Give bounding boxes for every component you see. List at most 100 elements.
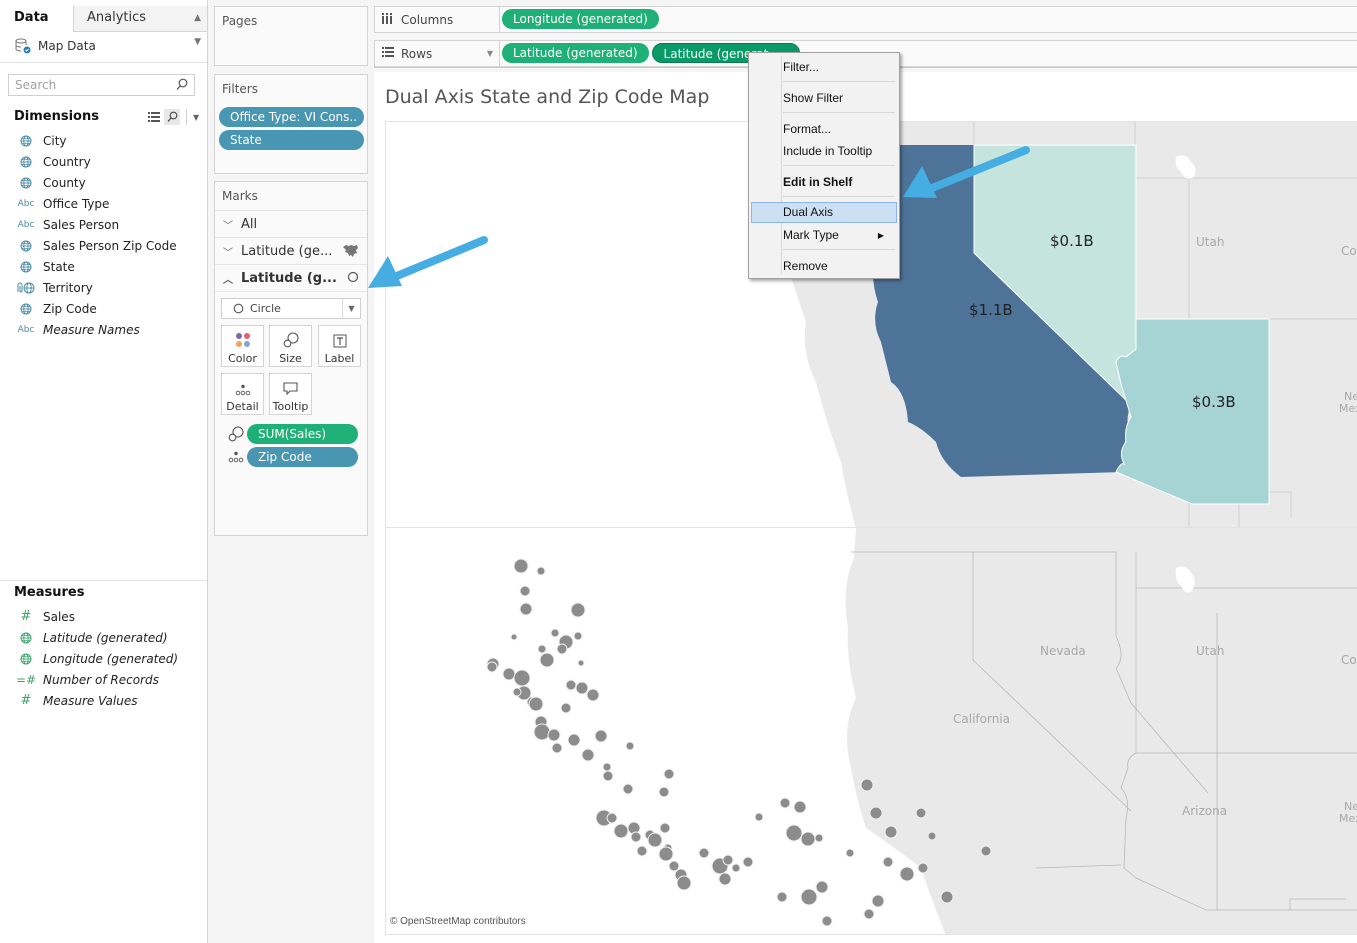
- menu-item-format[interactable]: Format...: [752, 119, 896, 140]
- tooltip-button[interactable]: Tooltip: [269, 373, 312, 415]
- menu-item-include-in-tooltip[interactable]: Include in Tooltip: [752, 141, 896, 162]
- zip-circle-mark[interactable]: [573, 631, 583, 641]
- zip-circle-mark[interactable]: [800, 831, 816, 847]
- zip-circle-mark[interactable]: [602, 762, 612, 772]
- field-item[interactable]: Country: [0, 151, 207, 172]
- zip-circle-mark[interactable]: [668, 860, 680, 872]
- zip-circle-mark[interactable]: [606, 812, 618, 824]
- field-item[interactable]: Abc Measure Names: [0, 319, 207, 340]
- search-field[interactable]: [8, 74, 195, 96]
- zip-circle-mark[interactable]: [575, 681, 589, 695]
- zip-circle-mark[interactable]: [658, 786, 670, 798]
- zip-circle-mark[interactable]: [940, 890, 954, 904]
- sum-sales-pill[interactable]: SUM(Sales): [247, 424, 358, 444]
- zip-circle-mark[interactable]: [547, 728, 561, 742]
- menu-item-filter[interactable]: Filter...: [752, 57, 896, 78]
- zip-circle-mark[interactable]: [884, 825, 898, 839]
- zip-circle-mark[interactable]: [581, 748, 595, 762]
- zip-circle-mark[interactable]: [513, 669, 531, 687]
- zip-circle-mark[interactable]: [613, 823, 629, 839]
- zip-circle-mark[interactable]: [863, 908, 875, 920]
- field-item[interactable]: Latitude (generated): [0, 627, 207, 648]
- zip-circle-mark[interactable]: [899, 866, 915, 882]
- encoding-size-sales[interactable]: SUM(Sales): [227, 424, 358, 444]
- zip-circle-mark[interactable]: [625, 741, 635, 751]
- filters-card[interactable]: Filters Office Type: VI Cons.. State: [214, 74, 368, 174]
- field-item[interactable]: # Sales: [0, 606, 207, 627]
- zip-code-pill[interactable]: Zip Code: [247, 447, 358, 467]
- filter-pill-state[interactable]: State: [219, 130, 364, 150]
- field-item[interactable]: Longitude (generated): [0, 648, 207, 669]
- updown-icon[interactable]: ▲ ▼: [194, 6, 201, 54]
- zip-circle-mark[interactable]: [486, 661, 498, 673]
- color-button[interactable]: Color: [221, 325, 264, 367]
- zip-circle-mark[interactable]: [814, 833, 824, 843]
- zip-circle-mark[interactable]: [742, 856, 754, 868]
- field-item[interactable]: # Measure Values: [0, 690, 207, 711]
- zip-circle-mark[interactable]: [882, 856, 894, 868]
- field-item[interactable]: Territory: [0, 277, 207, 298]
- field-item[interactable]: Abc Sales Person: [0, 214, 207, 235]
- zip-circle-mark[interactable]: [871, 894, 885, 908]
- field-item[interactable]: State: [0, 256, 207, 277]
- zip-circle-mark[interactable]: [676, 875, 692, 891]
- zip-circle-mark[interactable]: [722, 854, 734, 866]
- zip-circle-mark[interactable]: [560, 702, 572, 714]
- zip-circle-mark[interactable]: [663, 768, 675, 780]
- field-item[interactable]: City: [0, 130, 207, 151]
- zip-circle-mark[interactable]: [567, 733, 581, 747]
- zip-circle-mark[interactable]: [815, 880, 829, 894]
- zip-circle-mark[interactable]: [519, 602, 533, 616]
- zip-circle-mark[interactable]: [570, 602, 586, 618]
- field-item[interactable]: =# Number of Records: [0, 669, 207, 690]
- zip-circle-mark[interactable]: [917, 862, 929, 874]
- zip-circle-mark[interactable]: [793, 800, 807, 814]
- zip-circle-mark[interactable]: [821, 915, 833, 927]
- search-icon[interactable]: [176, 78, 188, 92]
- zip-circle-mark[interactable]: [630, 831, 642, 843]
- zip-circle-mark[interactable]: [533, 723, 551, 741]
- find-field-icon[interactable]: [164, 109, 180, 125]
- size-button[interactable]: Size: [269, 325, 312, 367]
- zip-circle-mark[interactable]: [565, 679, 577, 691]
- zip-circle-mark[interactable]: [776, 891, 788, 903]
- zip-circle-mark[interactable]: [586, 688, 600, 702]
- zip-circle-mark[interactable]: [980, 845, 992, 857]
- encoding-detail-zip[interactable]: Zip Code: [227, 447, 358, 467]
- zip-circle-mark[interactable]: [731, 863, 741, 873]
- zip-circle-mark[interactable]: [658, 846, 674, 862]
- field-item[interactable]: Zip Code: [0, 298, 207, 319]
- detail-button[interactable]: Detail: [221, 373, 264, 415]
- field-item[interactable]: Sales Person Zip Code: [0, 235, 207, 256]
- zip-circle-mark[interactable]: [754, 812, 764, 822]
- pages-card[interactable]: Pages: [214, 6, 368, 66]
- marks-layer-latitude-circle[interactable]: ︿ Latitude (g...: [215, 264, 367, 291]
- zip-circle-mark[interactable]: [594, 729, 608, 743]
- field-item[interactable]: County: [0, 172, 207, 193]
- zip-circle-mark[interactable]: [510, 633, 518, 641]
- rows-dropdown-icon[interactable]: ▼: [487, 41, 493, 66]
- zip-circle-mark[interactable]: [647, 832, 663, 848]
- label-button[interactable]: Label: [318, 325, 361, 367]
- tab-data[interactable]: Data: [0, 6, 74, 32]
- zip-circle-mark[interactable]: [513, 558, 529, 574]
- zip-circle-mark[interactable]: [536, 566, 546, 576]
- field-item[interactable]: Abc Office Type: [0, 193, 207, 214]
- dimensions-menu-icon[interactable]: ▼: [193, 113, 199, 122]
- zip-circle-mark[interactable]: [577, 659, 585, 667]
- map-attribution[interactable]: © OpenStreetMap contributors: [390, 916, 526, 927]
- zip-circle-mark[interactable]: [927, 831, 937, 841]
- datasource-item[interactable]: Map Data: [14, 37, 96, 55]
- zip-circle-mark[interactable]: [537, 644, 547, 654]
- mark-type-dropdown[interactable]: Circle ▼: [221, 298, 361, 319]
- zip-circle-map-pane[interactable]: Nevada Utah California Arizona Col NewMe…: [385, 527, 1357, 935]
- zip-circle-mark[interactable]: [698, 847, 710, 859]
- zip-circle-mark[interactable]: [800, 888, 818, 906]
- zip-circle-mark[interactable]: [502, 667, 516, 681]
- menu-item-remove[interactable]: Remove: [752, 256, 896, 277]
- zip-circle-mark[interactable]: [869, 806, 883, 820]
- zip-circle-mark[interactable]: [915, 807, 927, 819]
- menu-item-edit-in-shelf[interactable]: Edit in Shelf: [752, 172, 896, 193]
- zip-circle-mark[interactable]: [539, 652, 555, 668]
- zip-circle-mark[interactable]: [528, 696, 544, 712]
